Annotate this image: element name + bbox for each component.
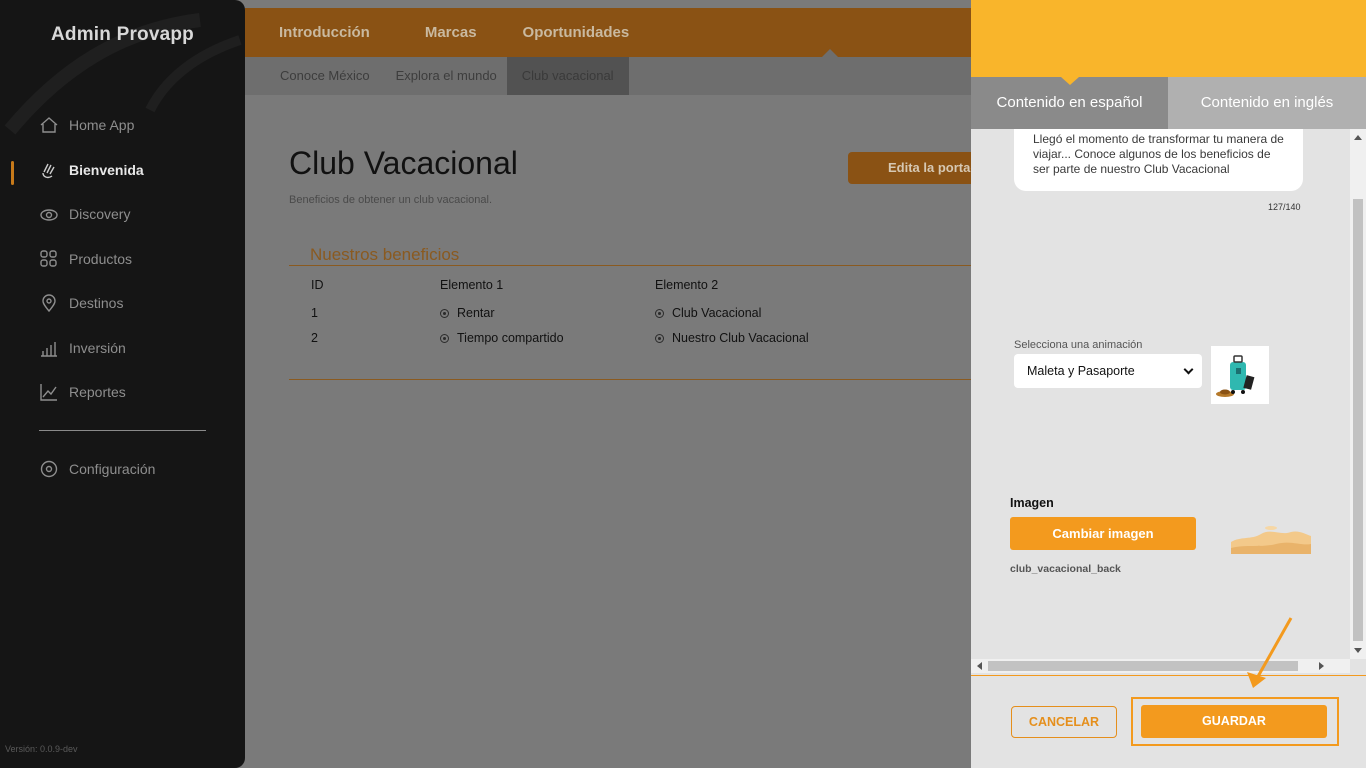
character-counter: 127/140 <box>1268 202 1301 212</box>
section-title: Nuestros beneficios <box>310 245 460 264</box>
description-textarea[interactable]: Llegó el momento de transformar tu maner… <box>1014 129 1303 191</box>
bullet-icon <box>655 308 664 318</box>
cancel-button[interactable]: CANCELAR <box>1011 706 1117 738</box>
sidebar-item-label: Inversión <box>69 340 126 356</box>
bar-chart-icon <box>38 337 60 359</box>
top-navigation: Introducción Marcas Oportunidades <box>245 8 971 57</box>
save-button[interactable]: GUARDAR <box>1141 705 1327 738</box>
section-divider-bottom <box>289 379 971 380</box>
waving-hand-icon <box>38 159 60 181</box>
sidebar-divider <box>39 430 206 431</box>
home-icon <box>38 114 60 136</box>
edit-cover-button[interactable]: Edita la portada <box>848 152 971 184</box>
scroll-right-icon[interactable] <box>1319 662 1324 670</box>
table-header-elemento-2: Elemento 2 <box>655 278 719 292</box>
tab-oportunidades[interactable]: Oportunidades <box>523 24 630 41</box>
panel-header <box>971 0 1366 85</box>
table-cell-elemento-1: Rentar <box>440 306 495 320</box>
brand-title: Admin Provapp <box>50 24 194 45</box>
change-image-button[interactable]: Cambiar imagen <box>1010 517 1196 550</box>
sidebar-item-discovery[interactable]: Discovery <box>38 200 130 228</box>
table-cell-elemento-1: Tiempo compartido <box>440 331 564 345</box>
footer-divider <box>971 675 1366 676</box>
chevron-down-icon <box>1183 364 1194 375</box>
image-label: Imagen <box>1010 496 1054 510</box>
sidebar-item-label: Discovery <box>69 206 131 222</box>
sidebar-item-destinos[interactable]: Destinos <box>38 289 123 317</box>
table-cell-id: 2 <box>311 331 318 345</box>
grid-icon <box>38 248 60 270</box>
sidebar-item-label: Destinos <box>69 295 124 311</box>
sidebar-item-home-app[interactable]: Home App <box>38 111 134 139</box>
active-nav-indicator <box>11 161 14 185</box>
edit-panel: Contenido en español Contenido en inglés… <box>971 0 1366 768</box>
save-button-highlight: GUARDAR <box>1131 697 1339 746</box>
bullet-icon <box>440 333 449 343</box>
gear-icon <box>38 458 60 480</box>
sidebar-item-label: Bienvenida <box>69 162 144 178</box>
pointer-arrow-annotation <box>1247 617 1293 688</box>
subtab-club-vacacional[interactable]: Club vacacional <box>506 57 629 95</box>
table-cell-elemento-2: Nuestro Club Vacacional <box>655 331 809 345</box>
sub-navigation: Conoce México Explora el mundo Club vaca… <box>245 57 971 95</box>
section-divider <box>289 265 971 266</box>
vertical-scroll-thumb[interactable] <box>1353 199 1363 641</box>
animation-select[interactable]: Maleta y Pasaporte <box>1014 354 1202 388</box>
scroll-up-icon[interactable] <box>1354 135 1362 140</box>
sidebar-item-inversion[interactable]: Inversión <box>38 334 126 362</box>
vertical-scrollbar[interactable] <box>1350 129 1366 659</box>
bullet-icon <box>440 308 449 318</box>
image-file-name: club_vacacional_back <box>1010 563 1121 575</box>
sidebar-item-label: Reportes <box>69 384 126 400</box>
bullet-icon <box>655 333 664 343</box>
background-image-thumbnail <box>1231 522 1311 554</box>
suitcase-passport-thumbnail <box>1211 346 1269 404</box>
cell-text: Nuestro Club Vacacional <box>672 331 809 345</box>
sidebar-item-configuracion[interactable]: Configuración <box>38 455 155 483</box>
location-pin-icon <box>38 292 60 314</box>
sidebar-item-bienvenida[interactable]: Bienvenida <box>38 156 144 184</box>
tab-introduccion[interactable]: Introducción <box>279 24 370 41</box>
sidebar-item-reportes[interactable]: Reportes <box>38 378 126 406</box>
scroll-left-icon[interactable] <box>977 662 982 670</box>
table-header-elemento-1: Elemento 1 <box>440 278 504 292</box>
active-tab-notch <box>1061 77 1079 85</box>
cell-text: Tiempo compartido <box>457 331 564 345</box>
page-title: Club Vacacional <box>289 145 518 181</box>
cell-text: Rentar <box>457 306 495 320</box>
line-chart-icon <box>38 381 60 403</box>
sidebar: Admin Provapp Home App Bienvenida Discov… <box>0 0 245 768</box>
tab-marcas[interactable]: Marcas <box>425 24 477 41</box>
app-version: Versión: 0.0.9-dev <box>5 744 78 754</box>
eye-icon <box>38 203 60 225</box>
active-tab-caret <box>822 49 838 57</box>
sidebar-item-label: Configuración <box>69 461 156 477</box>
animation-select-value: Maleta y Pasaporte <box>1027 364 1135 378</box>
cell-text: Club Vacacional <box>672 306 762 320</box>
animation-label: Selecciona una animación <box>1014 339 1143 351</box>
table-cell-id: 1 <box>311 306 318 320</box>
table-header-id: ID <box>311 278 324 292</box>
sidebar-item-label: Productos <box>69 251 133 267</box>
tab-contenido-ingles[interactable]: Contenido en inglés <box>1168 77 1366 129</box>
table-cell-elemento-2: Club Vacacional <box>655 306 761 320</box>
sidebar-item-label: Home App <box>69 117 135 133</box>
panel-scroll-area: Llegó el momento de transformar tu maner… <box>971 129 1350 659</box>
subtab-conoce-mexico[interactable]: Conoce México <box>270 57 380 95</box>
scroll-down-icon[interactable] <box>1354 648 1362 653</box>
subtab-explora-el-mundo[interactable]: Explora el mundo <box>386 57 507 95</box>
page-subtitle: Beneficios de obtener un club vacacional… <box>289 194 493 206</box>
sidebar-item-productos[interactable]: Productos <box>38 245 132 273</box>
